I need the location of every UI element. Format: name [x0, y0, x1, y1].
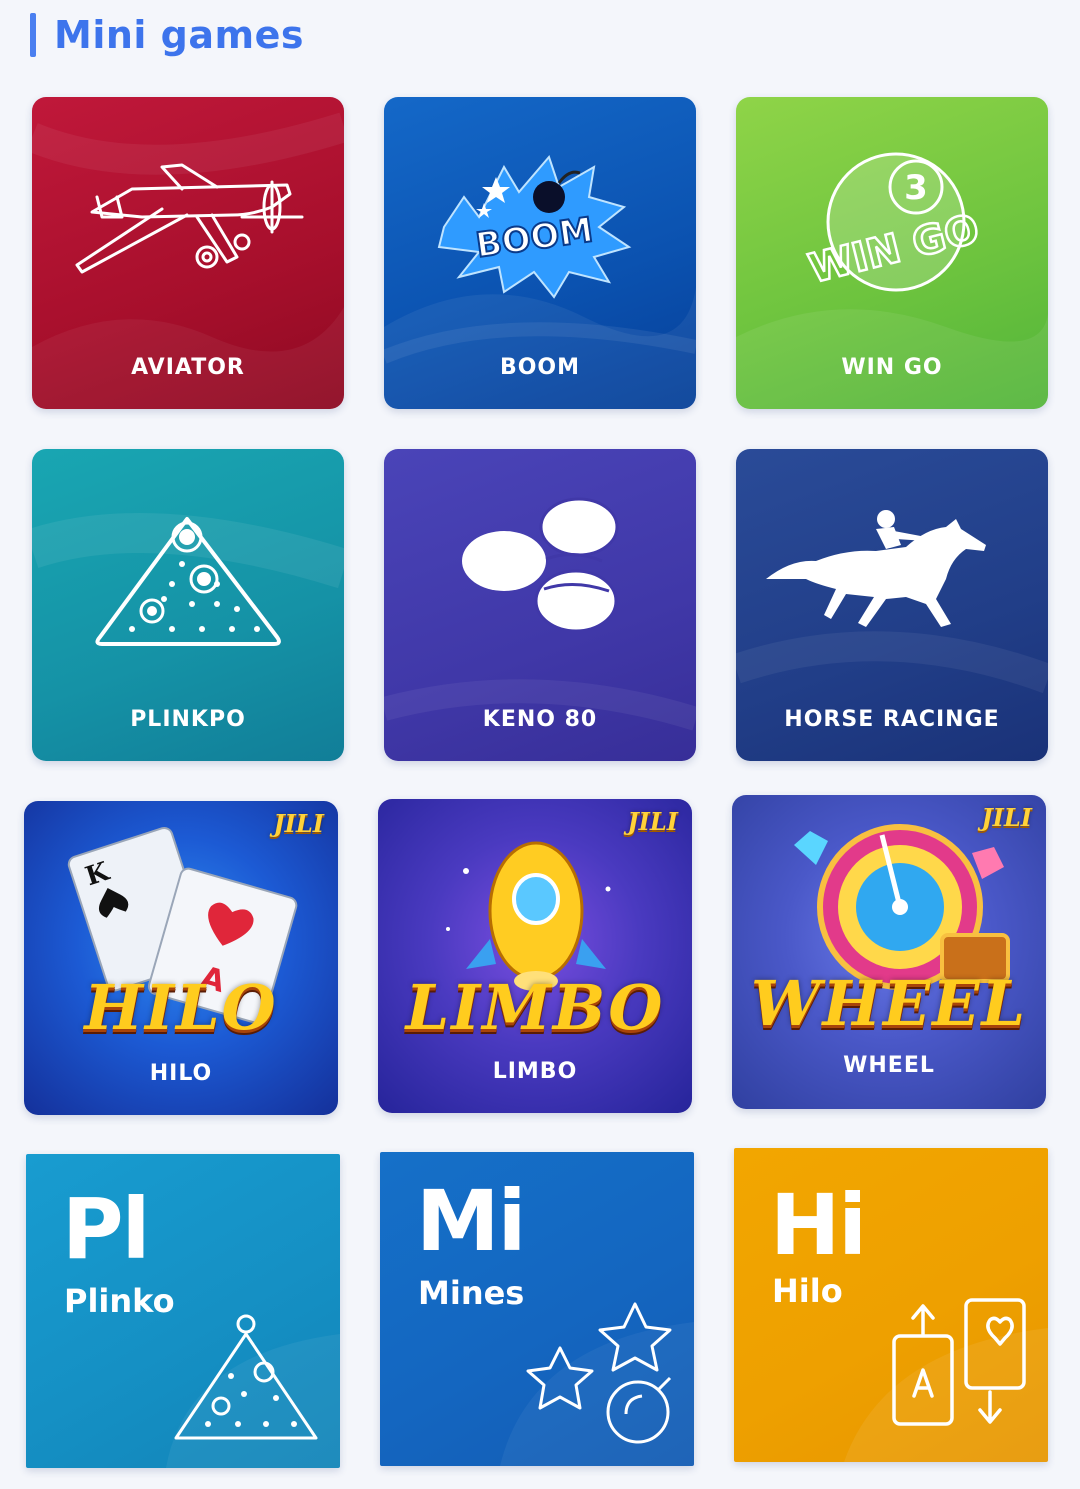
stars-bomb-icon	[526, 1302, 672, 1444]
game-brand-text: WHEEL	[750, 967, 1028, 1040]
game-label: AVIATOR	[131, 355, 245, 380]
game-card-plinko[interactable]: Pl Plinko	[26, 1154, 340, 1468]
ball-number: 3	[904, 168, 928, 208]
cards-up-down-icon	[892, 1298, 1026, 1426]
game-card-aviator[interactable]: AVIATOR	[32, 97, 344, 409]
game-label: HILO	[149, 1061, 213, 1086]
game-brand-text: HILO	[84, 971, 278, 1044]
section-accent-bar	[30, 13, 36, 57]
game-label: BOOM	[499, 355, 581, 380]
section-title: Mini games	[54, 13, 304, 57]
game-label: HORSE RACINGE	[784, 707, 1000, 732]
game-label: WIN GO	[841, 355, 943, 380]
game-label: LIMBO	[492, 1059, 578, 1084]
plinko-pyramid-icon	[174, 1314, 318, 1440]
game-label: KENO 80	[482, 707, 598, 732]
game-brand-text: LIMBO	[405, 971, 665, 1044]
game-label: PLINKPO	[130, 707, 246, 732]
section-header: Mini games	[30, 10, 304, 60]
game-card-limbo-jili[interactable]: JILI LIMBO LIMBO	[378, 799, 692, 1113]
game-card-wheel-jili[interactable]: JILI WHEEL WHEEL	[732, 795, 1046, 1109]
game-card-plinkpo[interactable]: PLINKPO	[32, 449, 344, 761]
game-card-keno-80[interactable]: KENO 80	[384, 449, 696, 761]
game-card-mines[interactable]: Mi Mines	[380, 1152, 694, 1466]
game-card-hilo-jili[interactable]: JILI K A HILO HILO	[24, 801, 338, 1115]
game-card-win-go[interactable]: 3 WIN GO WIN GO	[736, 97, 1048, 409]
game-card-boom[interactable]: BOOM BOOM	[384, 97, 696, 409]
game-label: WHEEL	[843, 1053, 935, 1078]
game-card-hilo[interactable]: Hi Hilo	[734, 1148, 1048, 1462]
game-card-horse-racinge[interactable]: HORSE RACINGE	[736, 449, 1048, 761]
